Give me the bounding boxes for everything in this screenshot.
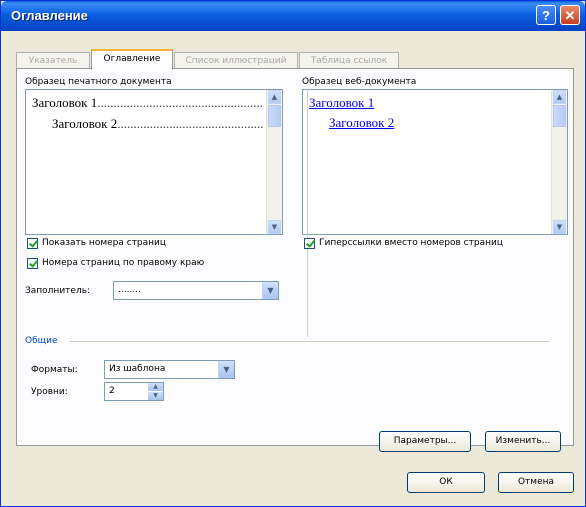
cancel-button[interactable]: Отмена: [498, 472, 574, 493]
general-group-label: Общие: [25, 336, 58, 346]
spin-up-icon[interactable]: ▲: [148, 383, 163, 391]
right-align-label[interactable]: Номера страниц по правому краю: [42, 258, 204, 268]
scroll-up-icon[interactable]: ▲: [268, 90, 281, 104]
help-button[interactable]: ?: [536, 5, 556, 25]
scroll-thumb[interactable]: [268, 105, 281, 127]
web-toc-link-1[interactable]: Заголовок 1: [309, 95, 374, 111]
chevron-down-icon[interactable]: ▼: [218, 361, 234, 378]
close-icon: ✕: [564, 8, 576, 23]
scroll-thumb[interactable]: [553, 105, 566, 127]
modify-button[interactable]: Изменить...: [485, 431, 561, 452]
general-group-divider: [69, 341, 549, 342]
tab-leader-label: Заполнитель:: [25, 286, 91, 296]
tab-illustrations[interactable]: Список иллюстраций: [174, 52, 298, 68]
tab-citations[interactable]: Таблица ссылок: [299, 52, 399, 68]
web-preview-label: Образец веб-документа: [302, 77, 417, 87]
toc-tab-panel: Образец печатного документа Заголовок 1.…: [16, 68, 574, 452]
levels-spinner[interactable]: 2 ▲ ▼: [104, 382, 164, 401]
tab-toc[interactable]: Оглавление: [91, 49, 173, 70]
hyperlinks-checkbox[interactable]: [304, 238, 315, 249]
hyperlinks-label[interactable]: Гиперссылки вместо номеров страниц: [319, 238, 503, 248]
web-preview-scrollbar[interactable]: ▲ ▼: [551, 90, 567, 234]
levels-value: 2: [109, 386, 115, 396]
scroll-up-icon[interactable]: ▲: [553, 90, 566, 104]
options-button[interactable]: Параметры...: [379, 431, 471, 452]
print-toc-entry-2: Заголовок 2.............................…: [52, 116, 272, 132]
print-preview-label: Образец печатного документа: [25, 77, 172, 87]
tab-index[interactable]: Указатель: [16, 52, 90, 68]
show-page-numbers-label[interactable]: Показать номера страниц: [42, 238, 166, 248]
show-page-numbers-checkbox[interactable]: [27, 238, 38, 249]
formats-select[interactable]: Из шаблона ▼: [104, 360, 235, 379]
spin-down-icon[interactable]: ▼: [148, 392, 163, 400]
tab-leader-select[interactable]: ........ ▼: [113, 281, 279, 300]
chevron-down-icon[interactable]: ▼: [262, 282, 278, 299]
right-align-checkbox[interactable]: [27, 258, 38, 269]
web-preview-box: Заголовок 1 Заголовок 2 ▲ ▼: [302, 89, 568, 235]
column-divider: [307, 89, 308, 337]
web-toc-link-2[interactable]: Заголовок 2: [329, 115, 394, 131]
scroll-down-icon[interactable]: ▼: [268, 220, 281, 234]
close-button[interactable]: ✕: [560, 5, 580, 25]
tab-leader-value: ........: [118, 285, 141, 295]
scroll-down-icon[interactable]: ▼: [553, 220, 566, 234]
formats-label: Форматы:: [31, 365, 78, 375]
title-bar[interactable]: Оглавление ? ✕: [1, 1, 585, 31]
levels-label: Уровни:: [31, 387, 68, 397]
print-preview-box: Заголовок 1.............................…: [25, 89, 283, 235]
print-toc-entry-1: Заголовок 1.............................…: [32, 95, 272, 111]
formats-value: Из шаблона: [109, 364, 166, 374]
dialog-title: Оглавление: [11, 8, 88, 23]
ok-button[interactable]: ОК: [407, 472, 485, 493]
toc-dialog: Оглавление ? ✕ Указатель Оглавление Спис…: [0, 0, 586, 507]
help-icon: ?: [542, 8, 550, 23]
print-preview-scrollbar[interactable]: ▲ ▼: [266, 90, 282, 234]
